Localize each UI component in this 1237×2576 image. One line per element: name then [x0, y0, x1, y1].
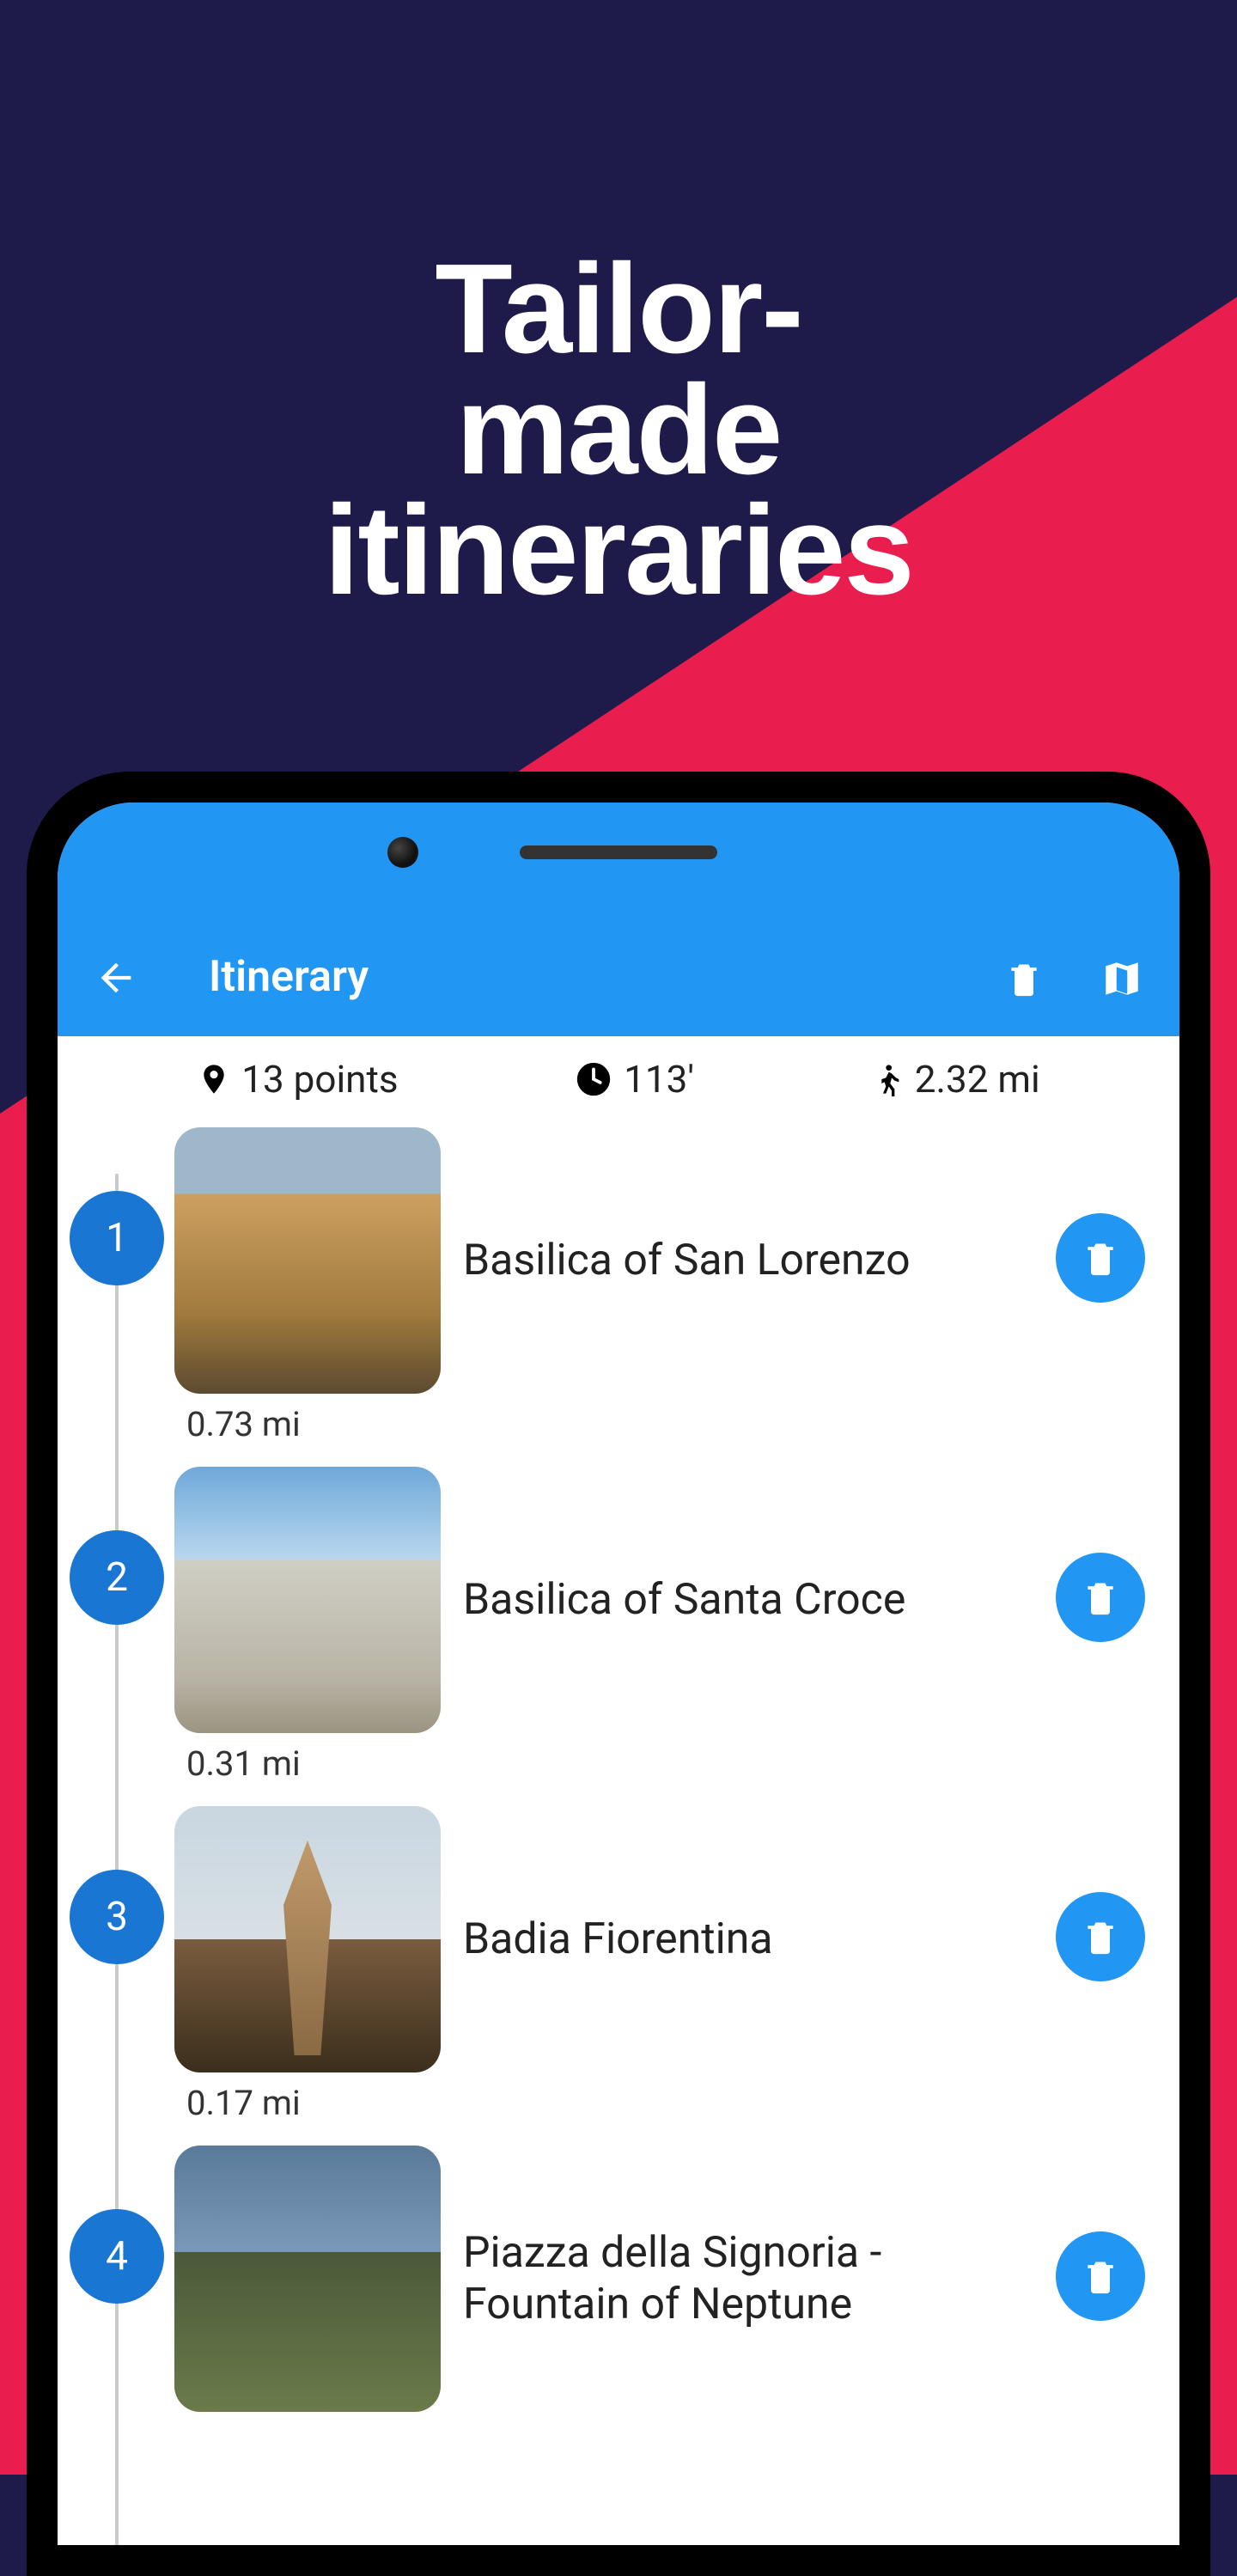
phone-screen: Itinerary 13 points 113' 2.32 mi: [58, 803, 1179, 2545]
poi-name: Basilica of Santa Croce: [463, 1574, 905, 1626]
stat-distance: 2.32 mi: [870, 1057, 1040, 1102]
list-item[interactable]: 1 Basilica of San Lorenzo: [70, 1122, 1179, 1394]
poi-name: Basilica of San Lorenzo: [463, 1235, 911, 1286]
poi-thumbnail: [174, 1806, 441, 2072]
trash-icon: [1005, 956, 1043, 1001]
stat-points-label: 13 points: [241, 1057, 398, 1102]
arrow-left-icon: [94, 955, 138, 1000]
poi-thumbnail: [174, 1127, 441, 1394]
step-badge: 4: [70, 2209, 164, 2304]
step-badge: 3: [70, 1870, 164, 1964]
page-title: Itinerary: [209, 952, 949, 1002]
phone-frame: Itinerary 13 points 113' 2.32 mi: [27, 772, 1210, 2576]
segment-distance: 0.31 mi: [186, 1743, 1179, 1784]
pin-icon: [197, 1059, 231, 1100]
trash-icon: [1082, 2255, 1119, 2298]
poi-name: Badia Fiorentina: [463, 1914, 773, 1965]
trash-icon: [1082, 1236, 1119, 1279]
delete-all-button[interactable]: [1001, 955, 1047, 1002]
stat-duration-label: 113': [624, 1057, 694, 1102]
segment-distance: 0.73 mi: [186, 1404, 1179, 1444]
itinerary-list: 1 Basilica of San Lorenzo 0.73 mi 2 Basi…: [58, 1122, 1179, 2545]
delete-item-button[interactable]: [1056, 1213, 1145, 1303]
delete-item-button[interactable]: [1056, 1553, 1145, 1642]
delete-item-button[interactable]: [1056, 1892, 1145, 1981]
step-badge: 2: [70, 1530, 164, 1625]
back-button[interactable]: [92, 954, 140, 1002]
stats-row: 13 points 113' 2.32 mi: [58, 1036, 1179, 1122]
trash-icon: [1082, 1915, 1119, 1958]
poi-thumbnail: [174, 2146, 441, 2412]
phone-speaker: [520, 845, 717, 859]
map-icon: [1100, 957, 1143, 1000]
delete-item-button[interactable]: [1056, 2231, 1145, 2321]
clock-icon: [574, 1059, 613, 1099]
promo-headline: Tailor-made itineraries: [309, 249, 928, 612]
stat-distance-label: 2.32 mi: [915, 1057, 1040, 1102]
step-badge: 1: [70, 1191, 164, 1285]
phone-camera: [387, 837, 418, 868]
list-item[interactable]: 3 Badia Fiorentina: [70, 1801, 1179, 2072]
list-item[interactable]: 4 Piazza della Signoria - Fountain of Ne…: [70, 2140, 1179, 2412]
poi-thumbnail: [174, 1467, 441, 1733]
segment-distance: 0.17 mi: [186, 2083, 1179, 2123]
stat-points: 13 points: [197, 1057, 398, 1102]
trash-icon: [1082, 1576, 1119, 1619]
list-item[interactable]: 2 Basilica of Santa Croce: [70, 1462, 1179, 1733]
map-button[interactable]: [1099, 955, 1145, 1002]
stat-duration: 113': [574, 1057, 694, 1102]
poi-name: Piazza della Signoria - Fountain of Nept…: [463, 2227, 1056, 2330]
walk-icon: [870, 1057, 905, 1102]
app-topbar: Itinerary: [58, 803, 1179, 1036]
